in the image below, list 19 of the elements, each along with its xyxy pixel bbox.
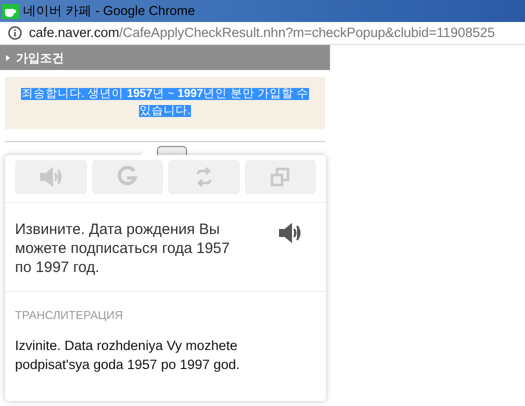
triangle-icon (6, 54, 10, 60)
google-g-icon (116, 166, 138, 188)
speaker-icon[interactable] (278, 223, 302, 243)
transliteration-text: Izvinite. Data rozhdeniya Vy mozhete podpisat'sya goda 1957 po 1997 god. (15, 337, 241, 374)
cup-icon (2, 4, 19, 18)
swap-arrows-icon (196, 165, 212, 189)
listen-button[interactable] (15, 160, 86, 194)
message-text: 죄송합니다. 생년이 1957년 ~ 1997년인 분만 가입할 수 있습니다. (20, 87, 310, 119)
section-title: 가입조건 (16, 50, 64, 66)
copy-button[interactable] (244, 160, 316, 194)
translation-text: Извините. Дата рождения Вы можете подписаться года 1957 по 1997 год. (15, 220, 231, 277)
url-text[interactable]: cafe.naver.com/CafeApplyCheckResult.nhn?m=checkPopup&clubid=11908525 (29, 22, 495, 44)
speaker-icon (38, 167, 63, 187)
copy-icon (270, 167, 290, 187)
swap-button[interactable] (168, 160, 240, 194)
transliteration-label: ТРАНСЛИТЕРАЦИЯ (15, 309, 124, 324)
google-translate-button[interactable] (92, 160, 163, 194)
window-title: 네이버 카페 - Google Chrome (23, 2, 195, 20)
info-icon (8, 26, 22, 40)
